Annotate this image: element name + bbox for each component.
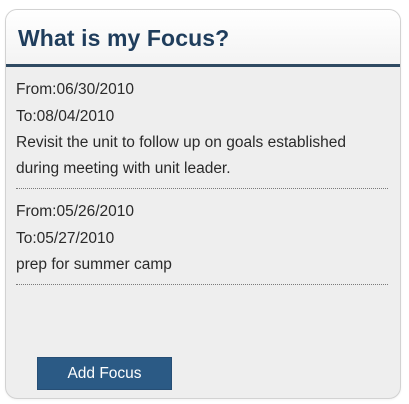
focus-description: prep for summer camp	[16, 256, 172, 273]
focus-entry: From:06/30/2010 To:08/04/2010 Revisit th…	[16, 67, 388, 189]
focus-entry: From:05/26/2010 To:05/27/2010 prep for s…	[16, 189, 388, 285]
panel-title: What is my Focus?	[18, 25, 230, 51]
focus-list: From:06/30/2010 To:08/04/2010 Revisit th…	[6, 67, 400, 285]
focus-from-date: From:06/30/2010	[16, 81, 135, 98]
focus-description: Revisit the unit to follow up on goals e…	[16, 134, 347, 177]
focus-to-date: To:05/27/2010	[16, 230, 115, 247]
focus-panel-header: What is my Focus?	[6, 10, 400, 67]
focus-panel: What is my Focus? From:06/30/2010 To:08/…	[5, 9, 401, 399]
focus-from-date: From:05/26/2010	[16, 203, 135, 220]
add-focus-button[interactable]: Add Focus	[37, 357, 172, 390]
focus-to-date: To:08/04/2010	[16, 108, 115, 125]
